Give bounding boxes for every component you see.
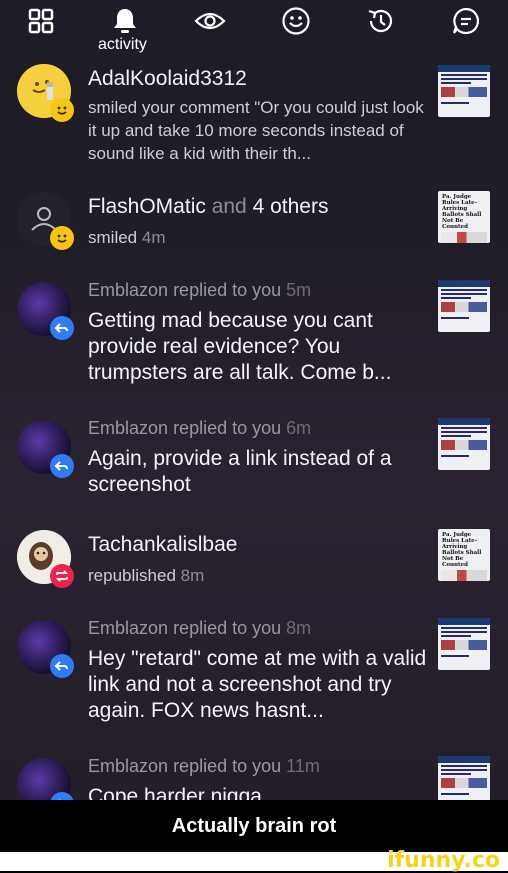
meme-thumbnail[interactable] [438, 618, 490, 670]
reply-badge-icon [50, 316, 74, 340]
history-icon[interactable] [364, 4, 398, 38]
eye-icon[interactable] [193, 4, 227, 38]
timestamp: 11m [286, 756, 320, 776]
thumbnail-headline: Pa. Judge Rules Late-Arriving Ballots Sh… [442, 194, 482, 230]
meme-thumbnail[interactable] [438, 418, 490, 470]
bell-icon[interactable] [108, 4, 142, 38]
username[interactable]: Emblazon [88, 756, 168, 776]
notification-action: smiled [88, 228, 138, 247]
notification-action: replied to you [173, 418, 282, 438]
timestamp: 5m [286, 280, 312, 300]
timestamp: 6m [286, 418, 312, 438]
meme-caption: Actually brain rot [171, 814, 337, 837]
notification-action: replied to you [173, 618, 282, 638]
smile-badge-icon [50, 98, 74, 122]
smiley-icon[interactable] [279, 4, 313, 38]
top-navigation-bar: activity [0, 0, 508, 58]
reply-text: Again, provide a link instead of a scree… [88, 447, 392, 496]
username[interactable]: Emblazon [88, 280, 168, 300]
username[interactable]: Emblazon [88, 418, 168, 438]
meme-thumbnail[interactable]: Pa. Judge Rules Late-Arriving Ballots Sh… [438, 529, 490, 581]
grid-icon[interactable] [24, 4, 58, 38]
timestamp: 8m [286, 618, 312, 638]
and-text: and [211, 195, 247, 218]
meme-thumbnail[interactable] [438, 65, 490, 117]
notification-action: replied to you [173, 280, 282, 300]
meme-thumbnail[interactable] [438, 756, 490, 800]
others-link[interactable]: 4 others [253, 195, 329, 218]
reply-text: Hey "retard" come at me with a valid lin… [88, 647, 427, 722]
timestamp: 8m [180, 566, 205, 585]
notification-text: smiled your comment "Or you could just l… [88, 98, 424, 163]
reply-text: Cope harder nigga [88, 785, 262, 800]
meme-caption-bar: Actually brain rot [0, 800, 508, 852]
username[interactable]: Tachankalislbae [88, 532, 428, 558]
notification-action: republished [88, 566, 176, 585]
meme-thumbnail[interactable] [438, 280, 490, 332]
username[interactable]: FlashOMatic [88, 195, 206, 218]
username[interactable]: Emblazon [88, 618, 168, 638]
ifunny-watermark: ifunny.co [387, 848, 500, 873]
notification-action: replied to you [173, 756, 282, 776]
timestamp: 4m [141, 228, 166, 247]
username[interactable]: AdalKoolaid3312 [88, 66, 428, 92]
thumbnail-headline: Pa. Judge Rules Late-Arriving Ballots Sh… [442, 532, 482, 568]
reply-badge-icon [50, 454, 74, 478]
meme-thumbnail[interactable]: Pa. Judge Rules Late-Arriving Ballots Sh… [438, 191, 490, 243]
active-tab-label: activity [98, 36, 147, 53]
reply-badge-icon [50, 654, 74, 678]
notifications-screen: activity AdalKoolaid3312 smiled your com… [0, 0, 508, 800]
smile-badge-icon [50, 226, 74, 250]
reply-text: Getting mad because you cant provide rea… [88, 309, 392, 384]
chat-icon[interactable] [449, 4, 483, 38]
republish-badge-icon [50, 564, 74, 588]
